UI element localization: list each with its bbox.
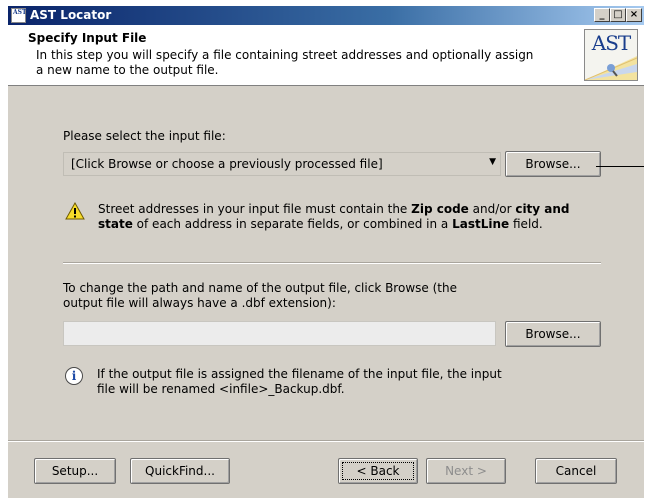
cancel-label: Cancel [555, 464, 597, 478]
ast-logo: AST [584, 29, 638, 81]
output-browse-button[interactable]: Browse... [505, 321, 601, 347]
output-file-field[interactable] [63, 321, 496, 346]
maximize-button[interactable]: □ [610, 8, 626, 22]
warning-text: Street addresses in your input file must… [98, 202, 570, 231]
info-icon: i [65, 367, 83, 385]
cancel-button[interactable]: Cancel [535, 458, 617, 484]
dropdown-arrow-icon[interactable]: ▼ [489, 157, 496, 167]
output-browse-label: Browse... [525, 327, 581, 341]
title-bar[interactable]: AST AST Locator _ □ × [8, 6, 644, 25]
quickfind-label: QuickFind... [145, 464, 215, 478]
close-button[interactable]: × [626, 8, 642, 22]
warning-icon [65, 202, 85, 220]
info-text: If the output file is assigned the filen… [97, 367, 502, 396]
input-file-combo[interactable]: [Click Browse or choose a previously pro… [63, 152, 501, 176]
wizard-window: AST AST Locator _ □ × Specify Input File… [8, 6, 644, 498]
input-browse-button[interactable]: Browse... [505, 151, 601, 177]
annotation-pointer-line [596, 166, 644, 167]
back-label: < Back [339, 459, 417, 483]
input-file-label: Please select the input file: [63, 129, 226, 143]
app-icon: AST [11, 8, 26, 23]
footer-divider [8, 440, 644, 442]
section-divider [63, 262, 601, 264]
step-description: In this step you will specify a file con… [36, 48, 534, 77]
setup-button[interactable]: Setup... [34, 458, 116, 484]
setup-label: Setup... [51, 464, 99, 478]
output-file-label: To change the path and name of the outpu… [63, 281, 457, 310]
next-label: Next > [445, 464, 487, 478]
window-title: AST Locator [30, 8, 112, 22]
quickfind-button[interactable]: QuickFind... [130, 458, 230, 484]
input-browse-label: Browse... [525, 157, 581, 171]
minimize-button[interactable]: _ [594, 8, 610, 22]
wizard-header: Specify Input File In this step you will… [8, 25, 644, 86]
back-button[interactable]: < Back [338, 458, 418, 484]
input-file-combo-value: [Click Browse or choose a previously pro… [71, 157, 383, 171]
step-title: Specify Input File [28, 31, 147, 45]
logo-graphic [585, 56, 637, 80]
logo-text: AST [591, 31, 631, 55]
next-button[interactable]: Next > [426, 458, 506, 484]
